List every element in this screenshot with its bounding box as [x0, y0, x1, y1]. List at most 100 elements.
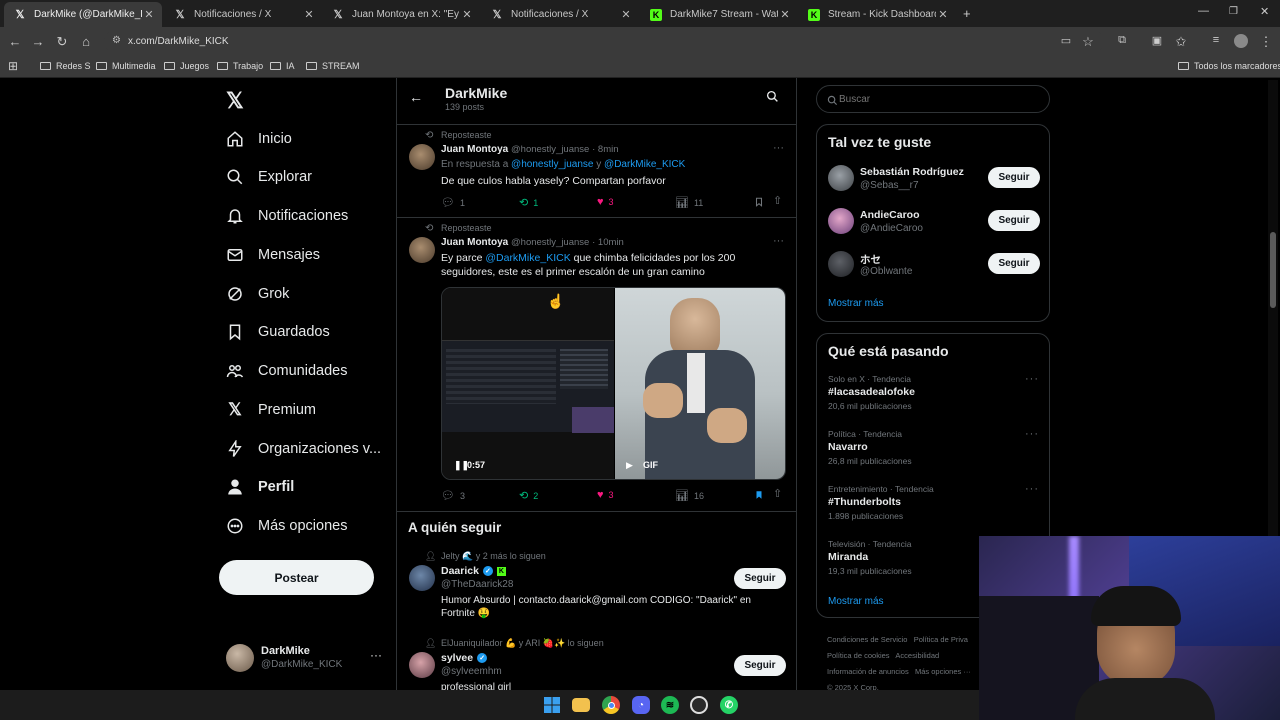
- footer-link[interactable]: Accesibilidad: [895, 651, 939, 660]
- user-name[interactable]: Sebastián Rodríguez: [860, 166, 964, 178]
- tab-juan-montoya[interactable]: 𝕏 Juan Montoya en X: "Ey parce @ ✕: [322, 2, 480, 27]
- close-window-icon[interactable]: ✕: [1260, 5, 1269, 18]
- nav-mas-opciones[interactable]: Más opciones: [226, 511, 347, 541]
- search-icon[interactable]: [766, 90, 779, 108]
- user-handle[interactable]: @Sebas__r7: [860, 180, 919, 191]
- mention-link[interactable]: @DarkMike_KICK: [604, 159, 685, 170]
- nav-grok[interactable]: Grok: [226, 279, 289, 309]
- home-icon[interactable]: ⌂: [78, 34, 94, 49]
- bookmark-filled-icon[interactable]: [754, 488, 764, 506]
- discord-icon[interactable]: ◔: [632, 696, 650, 714]
- reload-icon[interactable]: ↻: [54, 34, 70, 50]
- all-bookmarks[interactable]: Todos los marcadores: [1178, 61, 1280, 71]
- tweet-time[interactable]: · 10min: [592, 237, 624, 248]
- user-name[interactable]: Daarick: [441, 565, 479, 577]
- author-name[interactable]: Juan Montoya: [441, 144, 508, 155]
- suggested-user[interactable]: ホセ @Oblwante Seguir: [817, 249, 1049, 287]
- favorites-icon[interactable]: ✩: [1173, 34, 1189, 50]
- nav-guardados[interactable]: Guardados: [226, 317, 330, 347]
- tweet[interactable]: ⟲ Reposteaste Juan Montoya @honestly_jua…: [397, 125, 796, 217]
- cast-icon[interactable]: ▭: [1058, 34, 1074, 47]
- account-switcher[interactable]: DarkMike @DarkMike_KICK ···: [226, 640, 386, 676]
- tab-notificaciones[interactable]: 𝕏 Notificaciones / X ✕: [164, 2, 322, 27]
- user-handle[interactable]: @Oblwante: [860, 266, 912, 277]
- follow-button[interactable]: Seguir: [988, 253, 1040, 274]
- mention-link[interactable]: @honestly_juanse: [511, 159, 593, 170]
- tab-notificaciones-2[interactable]: 𝕏 Notificaciones / X ✕: [481, 2, 639, 27]
- footer-link[interactable]: Condiciones de Servicio: [827, 635, 907, 644]
- suggested-user[interactable]: AndieCaroo @AndieCaroo Seguir: [817, 206, 1049, 244]
- nav-organizaciones[interactable]: Organizaciones v...: [226, 434, 381, 464]
- menu-icon[interactable]: ⋮: [1258, 34, 1274, 50]
- close-tab-icon[interactable]: ✕: [302, 8, 316, 21]
- nav-perfil[interactable]: Perfil: [226, 472, 294, 502]
- like-button[interactable]: ♥ 3: [597, 489, 614, 501]
- show-more-link[interactable]: Mostrar más: [828, 298, 884, 309]
- gif-player[interactable]: ▶ GIF: [615, 288, 785, 479]
- windows-start-icon[interactable]: [543, 696, 561, 714]
- author-handle[interactable]: @honestly_juanse: [511, 237, 589, 248]
- bookmark-folder[interactable]: Redes S: [40, 61, 91, 71]
- restore-icon[interactable]: ❐: [1229, 6, 1238, 17]
- footer-link[interactable]: Más opciones ···: [915, 667, 971, 676]
- nav-premium[interactable]: 𝕏 Premium: [226, 395, 316, 425]
- bookmark-folder[interactable]: Multimedia: [96, 61, 156, 71]
- repost-button[interactable]: ⟲ 2: [519, 489, 538, 502]
- repost-button[interactable]: ⟲ 1: [519, 196, 538, 209]
- scrollbar-thumb[interactable]: [1270, 232, 1276, 308]
- share-icon[interactable]: ⇧: [773, 487, 782, 500]
- follow-button[interactable]: Seguir: [988, 210, 1040, 231]
- follow-suggestion[interactable]: 👤︎ ElJuaniquilador 💪 y ARI 🍓✨ lo siguen …: [397, 637, 796, 690]
- more-icon[interactable]: ···: [1025, 373, 1039, 385]
- more-icon[interactable]: ···: [1025, 428, 1039, 440]
- post-button[interactable]: Postear: [219, 560, 374, 595]
- tweet-time[interactable]: · 8min: [592, 144, 618, 155]
- footer-link[interactable]: Información de anuncios: [827, 667, 909, 676]
- user-handle[interactable]: @TheDaarick28: [441, 579, 513, 590]
- user-handle[interactable]: @AndieCaroo: [860, 223, 923, 234]
- avatar[interactable]: [409, 144, 435, 170]
- like-button[interactable]: ♥ 3: [597, 196, 614, 208]
- bookmark-icon[interactable]: [754, 195, 764, 213]
- extensions-icon[interactable]: ⧉: [1114, 34, 1130, 47]
- whatsapp-icon[interactable]: ✆: [720, 696, 738, 714]
- nav-inicio[interactable]: Inicio: [226, 124, 292, 154]
- close-tab-icon[interactable]: ✕: [936, 8, 950, 21]
- avatar[interactable]: [409, 565, 435, 591]
- bookmark-folder[interactable]: Trabajo: [217, 61, 263, 71]
- address-bar[interactable]: ⚙ x.com/DarkMike_KICK: [104, 30, 1104, 53]
- nav-notificaciones[interactable]: Notificaciones: [226, 201, 348, 231]
- search-box[interactable]: [816, 85, 1050, 113]
- video-player[interactable]: ❚❚ 0:57: [442, 288, 614, 479]
- user-name[interactable]: ホセ: [860, 252, 881, 267]
- more-icon[interactable]: ···: [773, 142, 784, 154]
- obs-icon[interactable]: [690, 696, 708, 714]
- bookmark-star-icon[interactable]: ☆: [1080, 34, 1096, 50]
- more-icon[interactable]: ···: [773, 235, 784, 247]
- apps-grid-icon[interactable]: ⊞: [8, 59, 18, 73]
- trend-item[interactable]: Política · Tendencia Navarro 26,8 mil pu…: [817, 428, 1049, 476]
- mention-link[interactable]: @DarkMike_KICK: [485, 252, 570, 264]
- profile-avatar-icon[interactable]: [1234, 34, 1248, 48]
- back-arrow-icon[interactable]: ←: [409, 89, 423, 105]
- sidebar-icon[interactable]: ▣: [1149, 34, 1165, 47]
- new-tab-icon[interactable]: +: [963, 6, 971, 21]
- tab-kick-stream[interactable]: K DarkMike7 Stream - Watch Live ✕: [640, 2, 798, 27]
- close-tab-icon[interactable]: ✕: [142, 8, 156, 21]
- reply-button[interactable]: 💬︎ 3: [441, 489, 465, 502]
- bookmark-folder[interactable]: IA: [270, 61, 295, 71]
- bookmark-folder[interactable]: STREAM: [306, 61, 360, 71]
- avatar[interactable]: [828, 251, 854, 277]
- footer-link[interactable]: Política de cookies: [827, 651, 890, 660]
- minimize-icon[interactable]: —: [1198, 5, 1209, 17]
- trend-item[interactable]: Entretenimiento · Tendencia #Thunderbolt…: [817, 483, 1049, 531]
- more-icon[interactable]: ···: [1025, 483, 1039, 495]
- close-tab-icon[interactable]: ✕: [460, 8, 474, 21]
- footer-link[interactable]: Política de Priva: [914, 635, 968, 644]
- bookmark-folder[interactable]: Juegos: [164, 61, 209, 71]
- tweet[interactable]: ⟲ Reposteaste Juan Montoya @honestly_jua…: [397, 218, 796, 511]
- chrome-icon[interactable]: [602, 696, 620, 714]
- suggested-user[interactable]: Sebastián Rodríguez @Sebas__r7 Seguir: [817, 163, 1049, 201]
- more-icon[interactable]: ···: [370, 648, 382, 662]
- file-explorer-icon[interactable]: [572, 698, 590, 712]
